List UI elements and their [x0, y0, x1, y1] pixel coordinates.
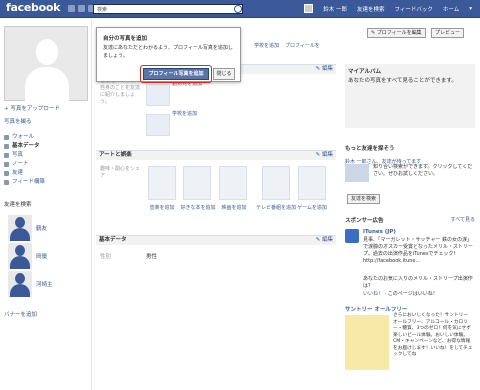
photos-icon [4, 153, 9, 158]
account-chevron-icon[interactable]: ▾ [469, 6, 472, 12]
basic-section-header: 基本データ ✎ 編集 [96, 235, 336, 245]
music-icon[interactable] [148, 166, 176, 200]
preview-button[interactable]: プレビュー [431, 28, 465, 38]
add-games-link[interactable]: ゲームを追加 [290, 204, 334, 211]
notes-icon [4, 162, 9, 167]
add-school-link-2[interactable]: 学校を追加 [172, 110, 197, 117]
info-icon [4, 144, 9, 149]
friend-avatar[interactable] [8, 215, 32, 241]
ad-suntory[interactable]: サントリー オールフリー さらにおいしくなった！サントリー オールフリー、アルコ… [345, 305, 475, 370]
add-profile-photo-button[interactable]: プロフィール写真を追加 [143, 68, 209, 80]
profile-picture-placeholder[interactable] [4, 26, 88, 103]
nav-item-photos[interactable]: 写真 [4, 151, 90, 160]
games-icon[interactable] [298, 166, 326, 200]
upload-photo-link[interactable]: + 写真をアップロード [4, 104, 60, 112]
top-bar: facebook 検索 鈴木 一郎 友達を検索 フィードバック ホーム ▾ [0, 0, 480, 18]
friend-avatar[interactable] [8, 243, 32, 269]
popup-title: 自分の写真を追加 [103, 36, 148, 42]
top-nav: 鈴木 一郎 友達を検索 フィードバック ホーム ▾ [304, 4, 472, 13]
search-icon[interactable] [234, 5, 242, 13]
find-friends-icon [345, 164, 369, 182]
ad1-link[interactable]: あなたのお気に入りのメリル・ストリープ出演作は？ [363, 276, 473, 290]
profile-link[interactable]: プロフィールを [285, 42, 320, 49]
search-input[interactable]: 検索 [93, 4, 243, 14]
friend-item[interactable]: 岡優 [4, 243, 88, 269]
edit-link[interactable]: ✎ 編集 [316, 236, 333, 245]
left-column: + 写真をアップロード 写真を撮る ウォール 基本データ 写真 ノート 友達 フ… [0, 19, 92, 390]
add-photo-popup: 自分の写真を追加 友達にあなただとわかるよう、プロフィール写真を追加しましょう。… [96, 27, 241, 83]
friend-item[interactable]: 鶴友 [4, 215, 88, 241]
ad1-title[interactable]: iTunes (JP) [363, 229, 396, 235]
work-icon[interactable] [146, 84, 170, 106]
album-box: マイアルバム あなたの写真をすべて見ることができます。 [345, 64, 475, 128]
left-nav: ウォール 基本データ 写真 ノート 友達 フィード構築 [4, 133, 90, 187]
messages-icon[interactable] [78, 5, 85, 12]
wall-icon [4, 135, 9, 140]
itunes-icon [345, 229, 359, 243]
profile-top-links: 学校を追加 プロフィールを [254, 42, 320, 49]
take-photo-link[interactable]: 写真を撮る [4, 117, 32, 125]
ad2-text: さらにおいしくなった！サントリー オールフリー、アルコール・カロリー・糖質、3つ… [393, 313, 473, 357]
add-banner-link[interactable]: バナーを追加 [4, 310, 37, 318]
ad1-text: 見事、「マーガレット・サッチャー 鉄の女の涙」で涙腺のオスカー受賞となったメリル… [363, 237, 473, 264]
find-friends-box: もっと友達を探そう 鈴木 一郎さん、友達が待ってます 知り合い検索ができます。ク… [345, 144, 475, 204]
nav-item-friends[interactable]: 友達 [4, 169, 90, 178]
edit-link[interactable]: ✎ 編集 [316, 65, 333, 74]
add-school-link[interactable]: 学校を追加 [254, 42, 279, 49]
books-icon[interactable] [183, 166, 211, 200]
friends-icon [4, 171, 9, 176]
nav-item-feed[interactable]: フィード構築 [4, 178, 90, 187]
tv-icon[interactable] [262, 166, 290, 200]
facebook-logo[interactable]: facebook [6, 1, 60, 14]
ad2-title[interactable]: サントリー オールフリー [345, 305, 475, 313]
arts-left-text: 趣味・関心をシェア [100, 166, 141, 179]
find-friends-link[interactable]: 友達を検索 [357, 5, 385, 13]
friend-requests-icon[interactable] [68, 5, 75, 12]
school-icon[interactable] [146, 114, 170, 136]
nav-item-wall[interactable]: ウォール [4, 133, 90, 142]
edit-profile-button[interactable]: ✎ プロフィールを編集 [367, 28, 426, 38]
gender-label: 性別 [100, 254, 112, 260]
bio-text: 自己紹介：あなた自身のことを友達に紹介しましょう。 [100, 78, 141, 105]
find-title: もっと友達を探そう [345, 146, 395, 152]
add-movies-link[interactable]: 映画を追加 [212, 204, 256, 211]
ad1-like-row: いいね！ · このページはいいね！ [363, 291, 438, 297]
close-button[interactable]: 閉じる [213, 68, 235, 80]
feedback-link[interactable]: フィードバック [395, 5, 433, 13]
movies-icon[interactable] [219, 166, 247, 200]
arts-section-header: アートと娯楽 ✎ 編集 [96, 150, 336, 160]
notification-jewels [68, 5, 95, 12]
friend-item[interactable]: 河崎主 [4, 271, 88, 297]
friend-avatar[interactable] [8, 271, 32, 297]
friends-header: 友達を検索 [4, 202, 32, 208]
gender-value: 男性 [146, 254, 158, 260]
user-name-link[interactable]: 鈴木 一郎 [323, 5, 347, 13]
album-text: あなたの写真をすべて見ることができます。 [348, 78, 457, 84]
sponsored-header: スポンサー広告 すべて見る [345, 216, 475, 224]
feed-icon [4, 180, 9, 185]
find-friends-button[interactable]: 友達を検索 [347, 194, 381, 204]
see-all-link[interactable]: すべて見る [451, 216, 475, 223]
find-desc: 知り合い検索ができます。クリックしてください。ぜひお試しください。 [373, 164, 473, 177]
like-button[interactable]: いいね！ [363, 291, 383, 297]
nav-item-notes[interactable]: ノート [4, 160, 90, 169]
home-link[interactable]: ホーム [443, 5, 459, 13]
edit-link[interactable]: ✎ 編集 [316, 151, 333, 160]
silhouette-icon [25, 37, 69, 103]
nav-item-info[interactable]: 基本データ [4, 142, 90, 151]
beer-image [345, 315, 389, 370]
album-title: マイアルバム [348, 69, 381, 75]
avatar[interactable] [304, 4, 314, 13]
popup-desc: 友達にあなただとわかるよう、プロフィール写真を追加しましょう。 [103, 45, 233, 59]
